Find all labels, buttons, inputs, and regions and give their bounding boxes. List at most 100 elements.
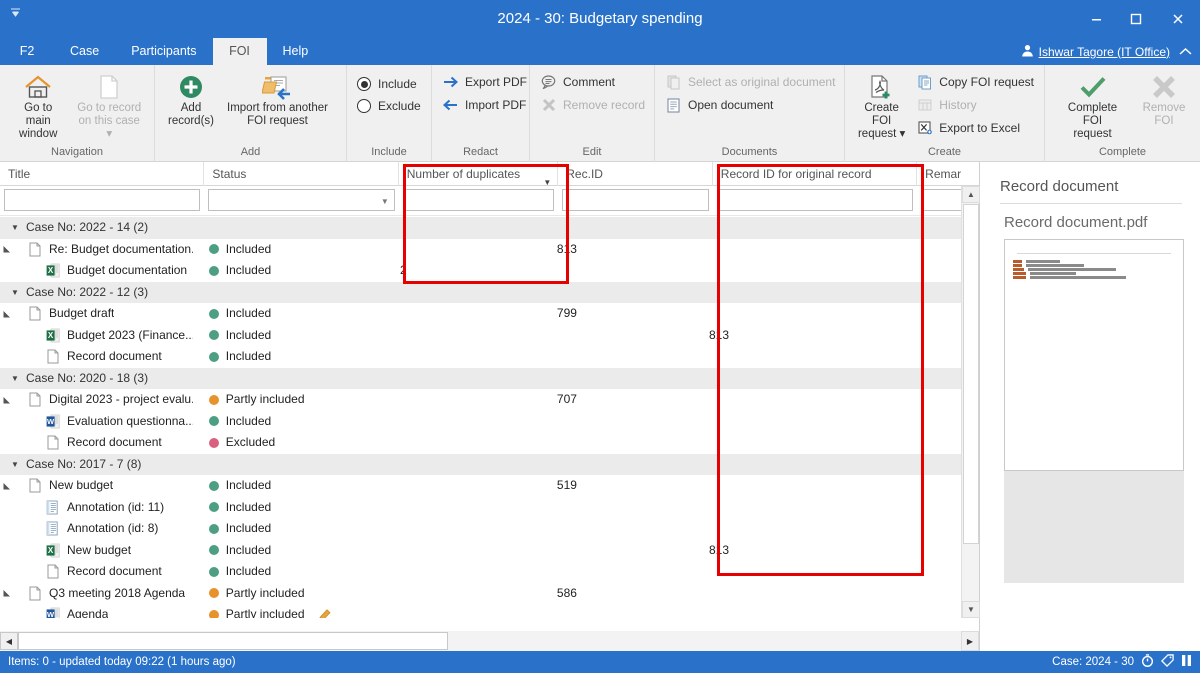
triangle-down-icon[interactable]: ▼ xyxy=(8,454,22,476)
import-pdf-button[interactable]: Import PDF xyxy=(438,95,531,115)
create-foi-request-button[interactable]: Create FOI request ▾ xyxy=(851,70,912,143)
btn-line2: on this case ▾ xyxy=(78,115,140,140)
history-button[interactable]: History xyxy=(912,95,1038,115)
user-account[interactable]: Ishwar Tagore (IT Office) xyxy=(1021,38,1170,65)
scroll-down-arrow-icon[interactable]: ▼ xyxy=(962,601,980,618)
close-button[interactable] xyxy=(1156,0,1200,38)
triangle-down-icon[interactable]: ▼ xyxy=(8,282,22,304)
vertical-scrollbar[interactable]: ▲ ▼ xyxy=(961,186,980,618)
column-header-status[interactable]: Status xyxy=(204,162,399,186)
export-to-excel-button[interactable]: Export to Excel xyxy=(912,118,1038,138)
original-record-cell xyxy=(701,561,902,583)
select-as-original-document-button[interactable]: Select as original document xyxy=(661,72,839,92)
filter-input-record-id-for-original-record[interactable] xyxy=(716,188,914,211)
triangle-down-icon[interactable]: ▼ xyxy=(8,217,22,239)
triangle-collapse-icon[interactable] xyxy=(0,589,14,597)
scroll-left-arrow-icon[interactable]: ◀ xyxy=(0,632,18,650)
record-title: Record document xyxy=(67,349,162,363)
triangle-collapse-icon[interactable] xyxy=(0,482,14,490)
vertical-scroll-thumb[interactable] xyxy=(963,204,979,544)
tab-foi[interactable]: FOI xyxy=(212,38,267,65)
stopwatch-icon[interactable] xyxy=(1141,654,1154,670)
ribbon-group-create: Create FOI request ▾ Copy FOI request Hi… xyxy=(845,65,1045,162)
horizontal-scroll-thumb[interactable] xyxy=(18,632,448,650)
column-header-remarks[interactable]: Remar xyxy=(917,162,979,186)
table-row[interactable]: W Agenda Partly included xyxy=(0,604,961,618)
pause-icon[interactable] xyxy=(1181,654,1192,670)
complete-foi-request-button[interactable]: Complete FOI request xyxy=(1051,70,1134,143)
radio-exclude[interactable]: Exclude xyxy=(357,95,421,117)
column-header-number-of-duplicates[interactable]: Number of duplicates ▼ xyxy=(399,162,559,186)
group-header-row[interactable]: ▼ Case No: 2022 - 14 (2) xyxy=(0,217,961,239)
table-row[interactable]: Digital 2023 - project evalu... Partly in… xyxy=(0,389,961,411)
copy-foi-request-button[interactable]: Copy FOI request xyxy=(912,72,1038,92)
comment-button[interactable]: Comment xyxy=(536,72,649,92)
table-row[interactable]: Record document Excluded xyxy=(0,432,961,454)
tab-case[interactable]: Case xyxy=(54,38,115,65)
table-row[interactable]: Annotation (id: 8) Included xyxy=(0,518,961,540)
go-to-record-on-this-case-button[interactable]: Go to record on this case ▾ xyxy=(70,70,148,143)
radio-label: Include xyxy=(378,77,417,91)
triangle-down-icon[interactable]: ▼ xyxy=(8,368,22,390)
import-from-another-foi-request-button[interactable]: Import from another FOI request xyxy=(221,70,334,130)
document-icon xyxy=(26,242,43,257)
item-label: History xyxy=(939,98,977,112)
status-dot-icon xyxy=(208,265,219,276)
status-dot-icon xyxy=(208,609,219,618)
group-header-row[interactable]: ▼ Case No: 2020 - 18 (3) xyxy=(0,367,961,390)
pdf-page-thumbnail[interactable] xyxy=(1004,239,1184,471)
tab-help[interactable]: Help xyxy=(267,38,325,65)
table-row[interactable]: Record document Included xyxy=(0,346,961,368)
table-row[interactable]: Record document Included xyxy=(0,561,961,583)
add-records-button[interactable]: Add record(s) xyxy=(161,70,221,130)
thumbnail-text-row xyxy=(1013,276,1175,279)
triangle-collapse-icon[interactable] xyxy=(0,245,14,253)
column-header-record-id-for-original-record[interactable]: Record ID for original record xyxy=(713,162,918,186)
ribbon-group-label: Navigation xyxy=(51,146,103,158)
maximize-button[interactable] xyxy=(1116,0,1156,38)
triangle-collapse-icon[interactable] xyxy=(0,396,14,404)
remove-record-button[interactable]: Remove record xyxy=(536,95,649,115)
table-row[interactable]: New budget Included 519 xyxy=(0,475,961,497)
tab-f2[interactable]: F2 xyxy=(0,38,54,65)
triangle-collapse-icon[interactable] xyxy=(0,310,14,318)
horizontal-scrollbar[interactable]: ◀ xyxy=(0,631,961,651)
user-name-label[interactable]: Ishwar Tagore (IT Office) xyxy=(1039,45,1170,59)
status-label: Included xyxy=(225,521,272,535)
export-pdf-button[interactable]: Export PDF xyxy=(438,72,531,92)
remove-foi-button[interactable]: Remove FOI xyxy=(1134,70,1194,130)
chevron-up-icon[interactable] xyxy=(1179,38,1192,65)
tag-icon[interactable] xyxy=(1161,654,1174,670)
minimize-button[interactable] xyxy=(1076,0,1116,38)
filter-input-rec-id[interactable] xyxy=(562,188,709,211)
status-dot-icon xyxy=(208,416,219,427)
filter-input-status[interactable]: ▼ xyxy=(208,188,395,211)
status-label: Included xyxy=(225,327,272,342)
table-row[interactable]: Q3 meeting 2018 Agenda Partly included 586 xyxy=(0,583,961,605)
group-header-row[interactable]: ▼ Case No: 2017 - 7 (8) xyxy=(0,453,961,476)
scroll-up-arrow-icon[interactable]: ▲ xyxy=(962,186,980,203)
table-row[interactable]: W Evaluation questionna... Included xyxy=(0,411,961,433)
status-label: Excluded xyxy=(225,435,276,449)
duplicates-cell xyxy=(392,389,549,411)
group-header-row[interactable]: ▼ Case No: 2022 - 12 (3) xyxy=(0,281,961,304)
table-row[interactable]: Budget draft Included 799 xyxy=(0,303,961,325)
chevron-down-icon[interactable]: ▼ xyxy=(543,171,551,186)
table-row[interactable]: Re: Budget documentation... Included 813 xyxy=(0,239,961,261)
table-row[interactable]: Annotation (id: 11) Included xyxy=(0,497,961,519)
go-to-main-window-button[interactable]: Go to main window xyxy=(6,70,70,143)
table-row[interactable]: X Budget 2023 (Finance... Included 813 xyxy=(0,325,961,347)
scroll-right-arrow-icon[interactable]: ▶ xyxy=(961,631,979,651)
chevron-down-icon[interactable]: ▼ xyxy=(381,197,389,206)
table-row[interactable]: X New budget Included 813 xyxy=(0,540,961,562)
table-row[interactable]: X Budget documentation Included 2 xyxy=(0,260,961,282)
filter-input-number-of-duplicates[interactable] xyxy=(402,188,555,211)
duplicates-cell xyxy=(392,497,549,519)
column-header-rec-id[interactable]: Rec.ID xyxy=(558,162,713,186)
open-document-button[interactable]: Open document xyxy=(661,95,839,115)
tab-participants[interactable]: Participants xyxy=(115,38,212,65)
filter-input-title[interactable] xyxy=(4,188,201,211)
column-header-title[interactable]: Title xyxy=(0,162,205,186)
radio-include[interactable]: Include xyxy=(357,73,417,95)
original-record-cell xyxy=(701,583,902,605)
